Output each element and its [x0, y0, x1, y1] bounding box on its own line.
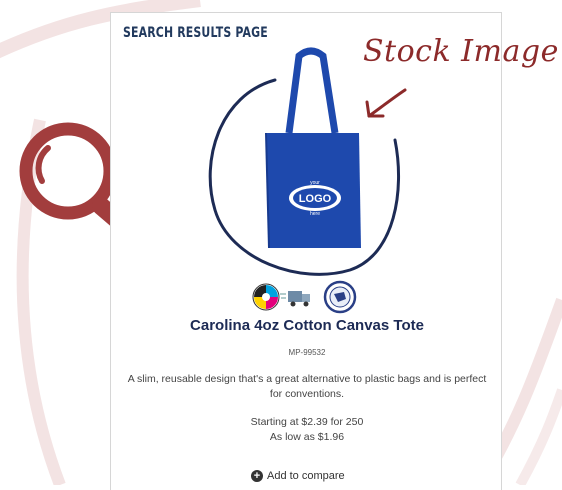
price-starting: Starting at $2.39 for 250	[250, 416, 364, 428]
product-pricing: Starting at $2.39 for 250 As low as $1.9…	[111, 415, 503, 445]
price-low: As low as $1.96	[269, 431, 345, 443]
stock-image-label: Stock Image	[363, 34, 559, 69]
shipping-truck-icon	[280, 291, 310, 307]
add-to-compare-button[interactable]: + Add to compare	[251, 468, 345, 484]
product-description: A slim, reusable design that's a great a…	[127, 373, 487, 400]
product-sku: MP-99532	[288, 348, 326, 357]
arrow-icon	[365, 88, 407, 118]
plus-circle-icon: +	[251, 470, 263, 482]
product-title[interactable]: Carolina 4oz Cotton Canvas Tote	[111, 317, 503, 334]
add-to-compare-label: Add to compare	[267, 470, 345, 482]
